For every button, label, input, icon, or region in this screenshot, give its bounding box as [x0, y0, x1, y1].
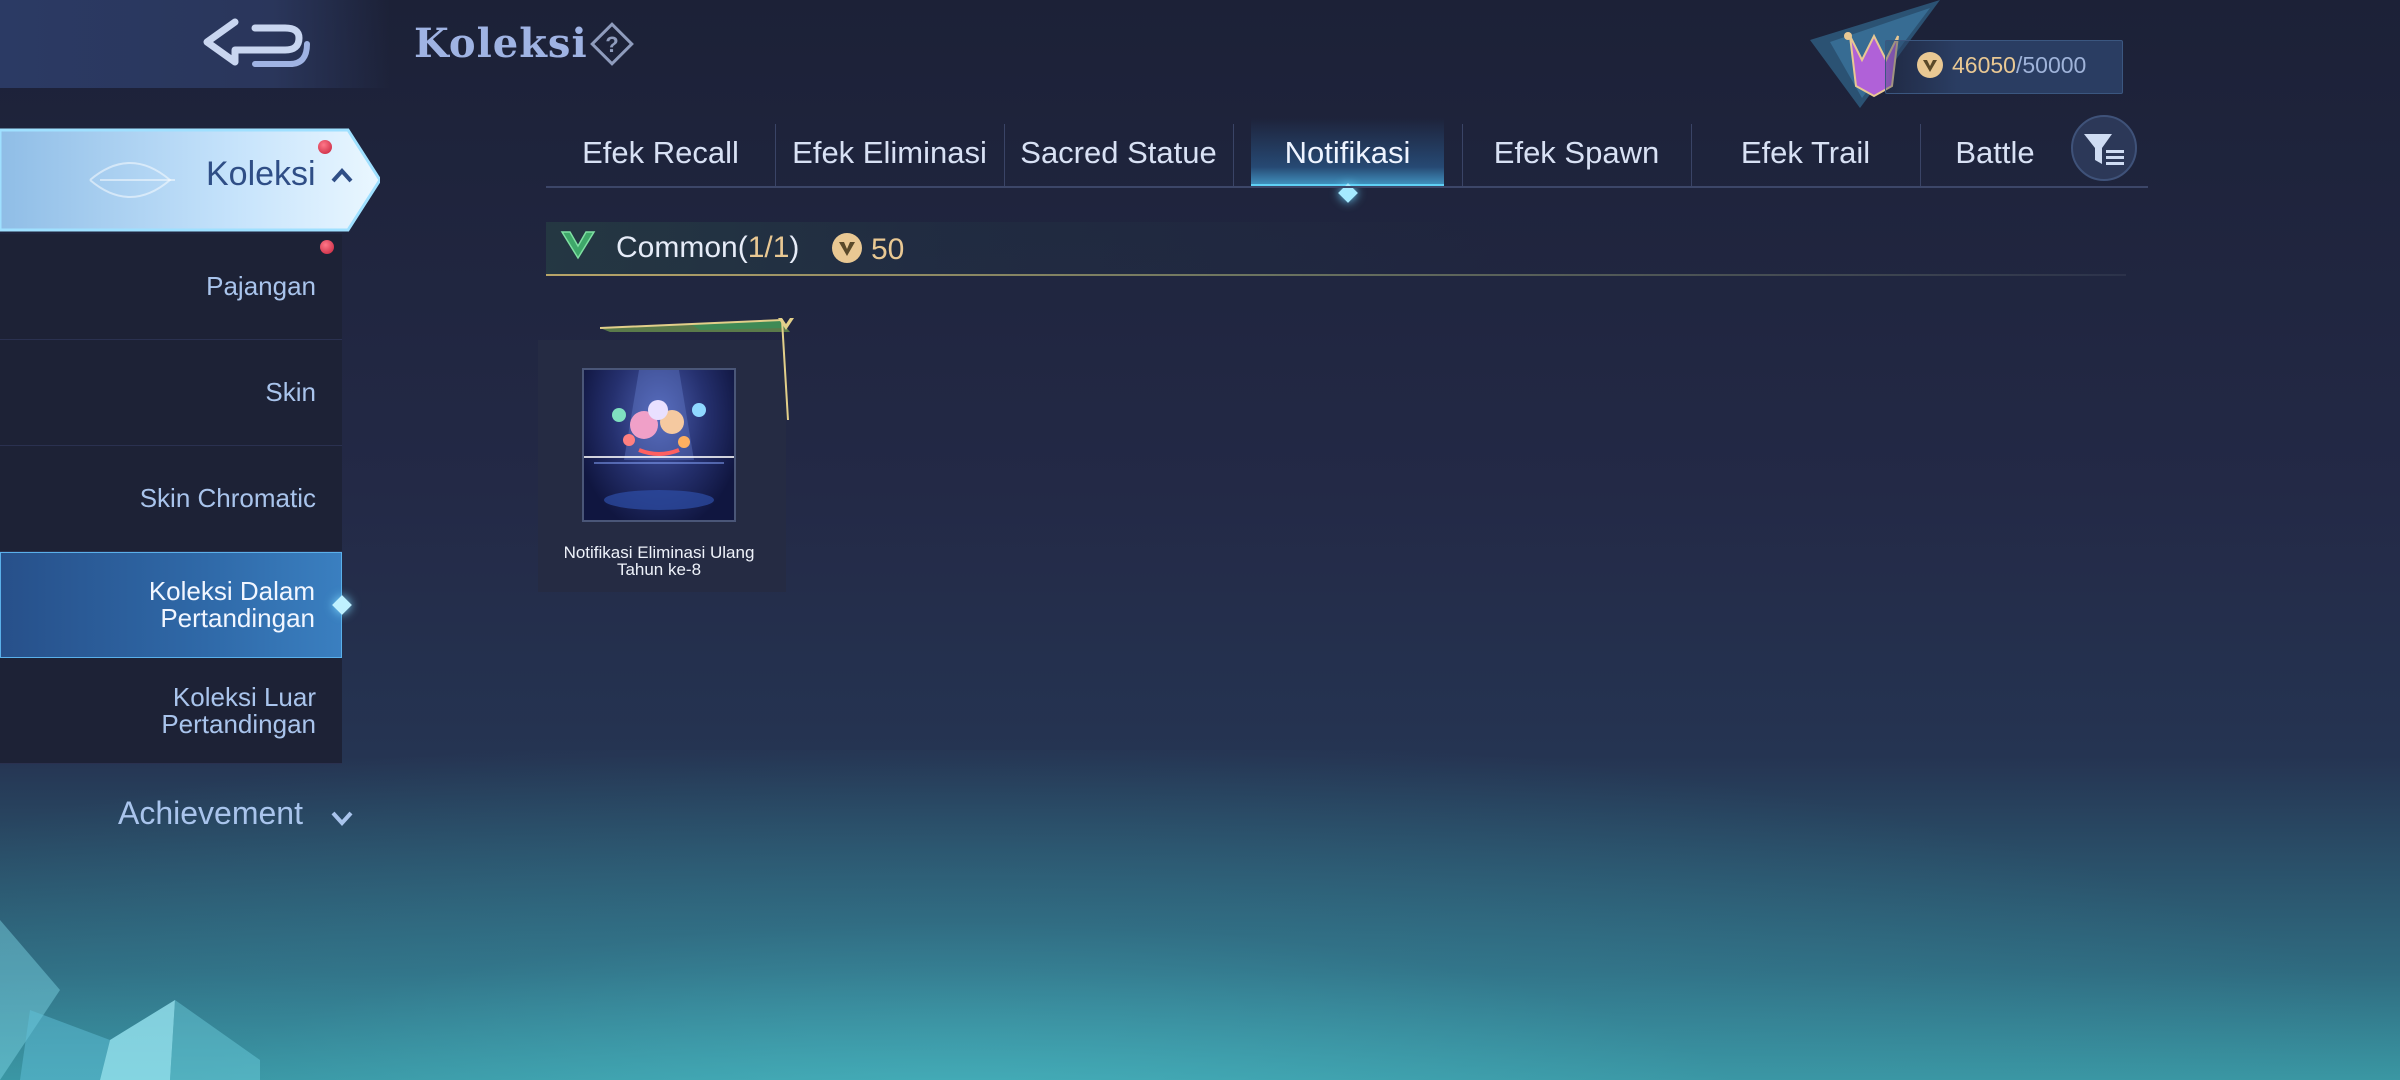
- tab-notifikasi[interactable]: Notifikasi: [1233, 118, 1462, 203]
- chevron-down-icon: [331, 811, 353, 826]
- sidebar-item-label: Koleksi Luar Pertandingan: [161, 681, 316, 739]
- tab-label: Efek Spawn: [1493, 135, 1660, 170]
- rarity-label: Common(1/1): [616, 231, 799, 265]
- page-title: Koleksi: [414, 20, 588, 67]
- sidebar-item-skin[interactable]: Skin: [0, 240, 342, 446]
- tabs-divider: [546, 186, 2148, 188]
- notification-dot: [318, 140, 332, 154]
- battle-point-icon: [832, 233, 862, 263]
- sidebar-item-pajangan[interactable]: Pajangan: [0, 234, 342, 340]
- active-indicator: [332, 595, 352, 615]
- sidebar-item-koleksi-luar-pertandingan[interactable]: Koleksi Luar Pertandingan: [0, 658, 342, 764]
- category-tabs: Efek Recall Efek Eliminasi Sacred Statue…: [546, 118, 2070, 203]
- back-arrow-icon[interactable]: [195, 12, 315, 78]
- svg-text:?: ?: [605, 32, 618, 57]
- filter-icon[interactable]: [2070, 114, 2138, 182]
- sidebar-item-label: Skin Chromatic: [139, 483, 316, 513]
- tab-sacred-statue[interactable]: Sacred Statue: [1004, 118, 1233, 188]
- help-icon[interactable]: ?: [590, 22, 634, 66]
- sidebar-item-label: Skin: [265, 377, 316, 407]
- tab-efek-recall[interactable]: Efek Recall: [546, 118, 775, 188]
- rarity-price: 50: [871, 233, 905, 266]
- item-thumbnail: [582, 368, 736, 522]
- tab-label: Notifikasi: [1284, 135, 1411, 170]
- tab-efek-eliminasi[interactable]: Efek Eliminasi: [775, 118, 1004, 188]
- sidebar-achievement[interactable]: Achievement: [118, 795, 303, 832]
- tab-efek-spawn[interactable]: Efek Spawn: [1462, 118, 1691, 188]
- sidebar-main-label: Koleksi: [206, 155, 316, 193]
- anniversary-image-icon: [584, 370, 734, 510]
- battle-point-icon: [1917, 52, 1943, 78]
- common-rarity-icon: [560, 231, 596, 260]
- crystal-decoration: [0, 920, 260, 1080]
- sidebar-item-koleksi-dalam-pertandingan[interactable]: Koleksi Dalam Pertandingan: [0, 552, 352, 658]
- tab-label: Sacred Statue: [1020, 135, 1217, 170]
- sidebar-item-label: Koleksi Dalam Pertandingan: [148, 576, 315, 633]
- sidebar-item-label: Pajangan: [206, 271, 316, 301]
- points-current: 46050: [1952, 52, 2016, 78]
- tab-label: Efek Trail: [1740, 135, 1871, 170]
- rarity-count: 1/1: [747, 231, 790, 264]
- notification-dot: [320, 240, 334, 254]
- rarity-name: Common: [616, 231, 738, 264]
- points-readout: 46050/50000: [1952, 52, 2086, 79]
- item-name: Notifikasi Eliminasi Ulang Tahun ke-8: [563, 543, 755, 579]
- sidebar-item-skin-chromatic[interactable]: Skin Chromatic: [0, 446, 342, 552]
- rarity-divider: [546, 274, 2126, 276]
- chevron-up-icon: [331, 168, 353, 183]
- tab-battle[interactable]: Battle: [1920, 118, 2070, 188]
- sidebar-list: Pajangan Skin Skin Chromatic Koleksi Dal…: [0, 234, 352, 764]
- points-max: 50000: [2022, 52, 2087, 78]
- rarity-count-close: ): [789, 231, 800, 264]
- tab-efek-trail[interactable]: Efek Trail: [1691, 118, 1920, 188]
- tab-label: Battle: [1955, 135, 2035, 170]
- rarity-count-open: (: [737, 231, 748, 264]
- tab-label: Efek Eliminasi: [792, 135, 987, 170]
- tab-label: Efek Recall: [582, 135, 739, 170]
